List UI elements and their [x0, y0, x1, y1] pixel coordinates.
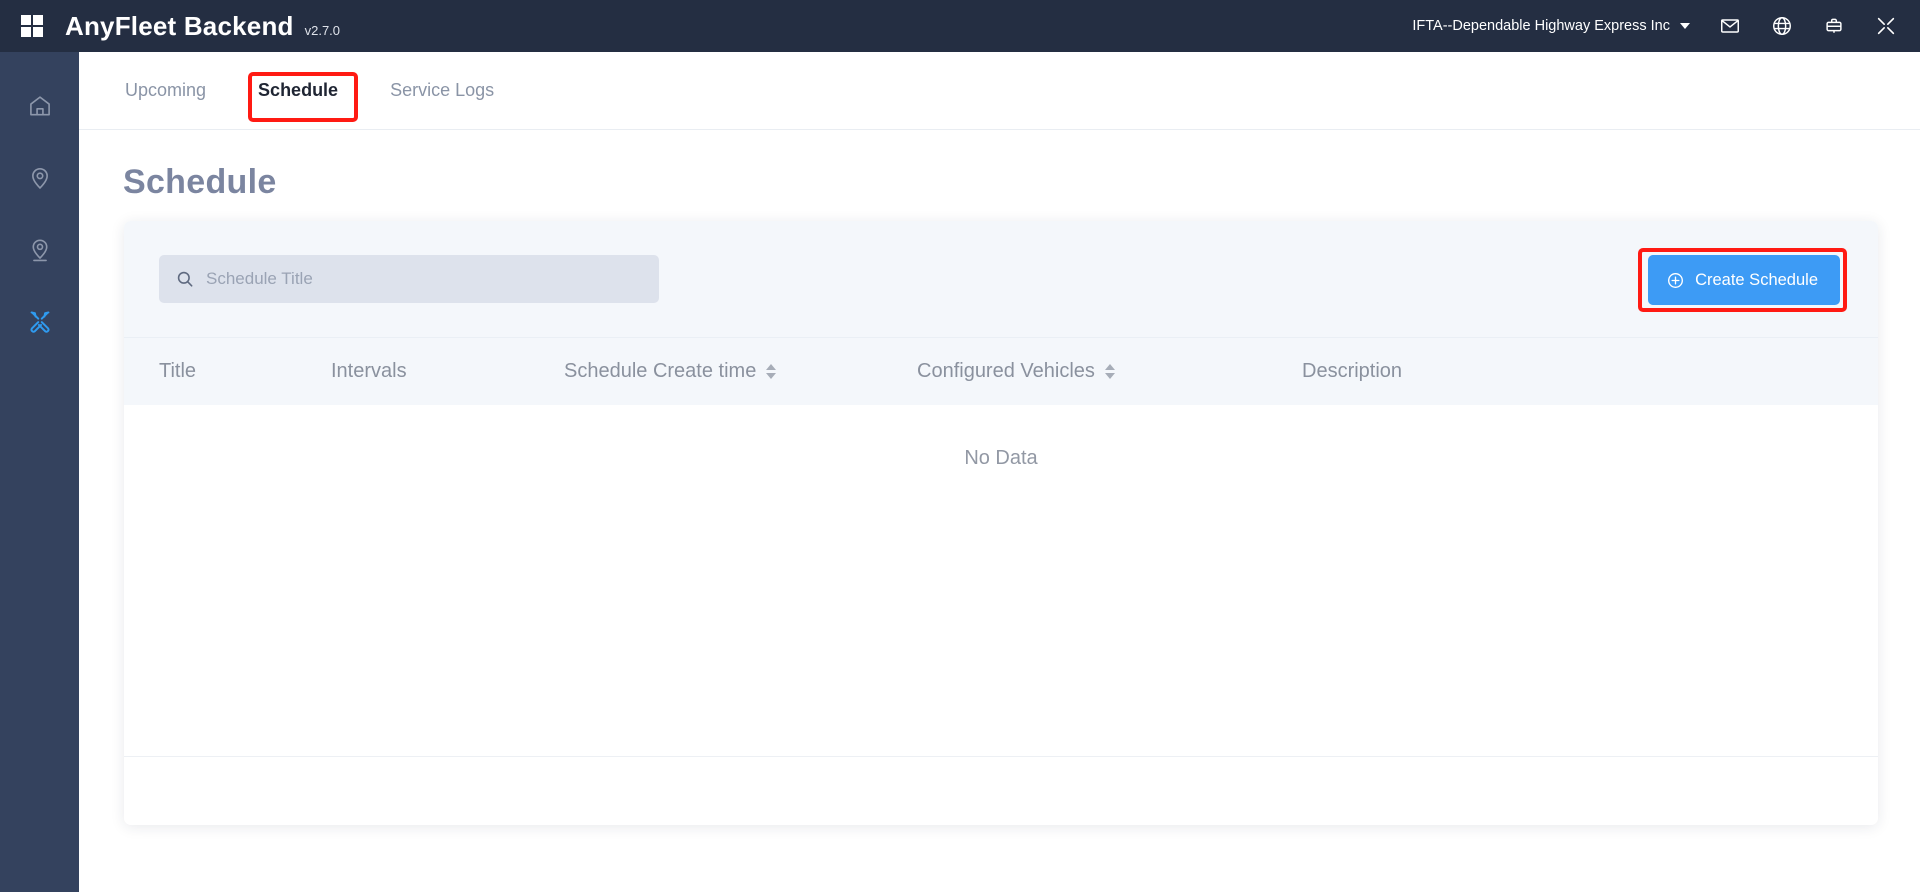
app-title: AnyFleet Backend [65, 11, 294, 42]
sort-desc-caret-icon [1105, 373, 1115, 379]
table-header-row: Title Intervals Schedule Create time Con… [124, 337, 1878, 405]
card-footer [124, 757, 1878, 825]
grid-icon-cell [33, 27, 43, 37]
page-title: Schedule [123, 163, 277, 202]
column-header-description: Description [1302, 360, 1402, 383]
sidebar-item-tools[interactable] [0, 286, 79, 358]
table-body: No Data [124, 405, 1878, 757]
grid-icon-cell [21, 15, 31, 25]
organization-name: IFTA--Dependable Highway Express Inc [1412, 18, 1670, 34]
sidebar-item-map-pin[interactable] [0, 142, 79, 214]
fullscreen-icon[interactable] [1874, 14, 1898, 38]
search-box[interactable] [159, 255, 659, 303]
sort-asc-caret-icon [766, 364, 776, 370]
column-header-configured-vehicles-label: Configured Vehicles [917, 360, 1095, 383]
briefcase-icon[interactable] [1822, 14, 1846, 38]
tab-service-logs[interactable]: Service Logs [388, 74, 496, 107]
empty-state-text: No Data [124, 447, 1878, 470]
app-version: v2.7.0 [305, 15, 340, 38]
sort-asc-caret-icon [1105, 364, 1115, 370]
column-header-schedule-create-time[interactable]: Schedule Create time [564, 360, 917, 383]
tab-upcoming[interactable]: Upcoming [123, 74, 208, 107]
sort-icon[interactable] [1105, 364, 1115, 379]
header-actions: IFTA--Dependable Highway Express Inc [1412, 0, 1920, 52]
sort-icon[interactable] [766, 364, 776, 379]
search-input[interactable] [206, 269, 606, 289]
tab-schedule[interactable]: Schedule [256, 74, 340, 107]
search-icon [175, 269, 195, 289]
top-header-bar: AnyFleet Backend v2.7.0 IFTA--Dependable… [0, 0, 1920, 52]
create-schedule-button[interactable]: Create Schedule [1648, 255, 1840, 305]
chevron-down-icon [1680, 23, 1690, 29]
column-header-configured-vehicles[interactable]: Configured Vehicles [917, 360, 1302, 383]
grid-icon[interactable] [21, 15, 43, 37]
column-header-title: Title [159, 360, 331, 383]
mail-icon[interactable] [1718, 14, 1742, 38]
sidebar-item-map-pin-location[interactable] [0, 214, 79, 286]
create-schedule-label: Create Schedule [1695, 271, 1818, 290]
column-header-intervals: Intervals [331, 360, 564, 383]
app-root: AnyFleet Backend v2.7.0 IFTA--Dependable… [0, 0, 1920, 892]
schedule-card: Create Schedule Title Intervals Schedule… [124, 221, 1878, 825]
card-toolbar: Create Schedule [124, 221, 1878, 337]
plus-circle-icon [1666, 271, 1685, 290]
column-header-schedule-create-time-label: Schedule Create time [564, 360, 756, 383]
sort-desc-caret-icon [766, 373, 776, 379]
left-sidebar [0, 52, 79, 892]
grid-icon-cell [33, 15, 43, 25]
organization-selector[interactable]: IFTA--Dependable Highway Express Inc [1412, 18, 1690, 34]
sidebar-item-home[interactable] [0, 70, 79, 142]
globe-icon[interactable] [1770, 14, 1794, 38]
tab-bar: Upcoming Schedule Service Logs [79, 52, 1920, 130]
grid-icon-cell [21, 27, 31, 37]
